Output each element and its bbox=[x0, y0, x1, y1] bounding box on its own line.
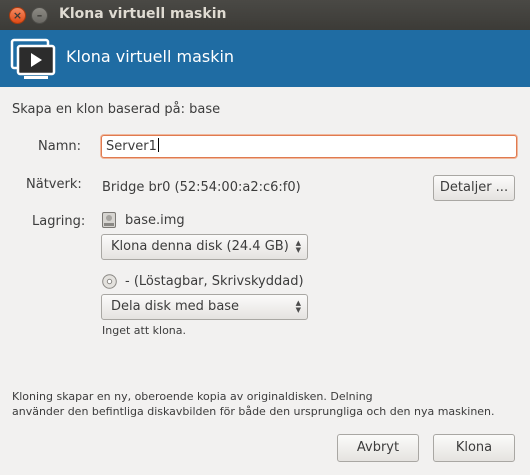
storage-label: Lagring: bbox=[32, 214, 86, 229]
window-title: Klona virtuell maskin bbox=[59, 6, 227, 22]
clone-button-label: Klona bbox=[455, 440, 493, 455]
cdrom-icon bbox=[102, 274, 117, 289]
title-bar[interactable]: × – Klona virtuell maskin bbox=[0, 0, 530, 30]
text-cursor bbox=[157, 138, 159, 152]
disk-2-name: - (Löstagbar, Skrivskyddad) bbox=[125, 274, 304, 289]
banner-title: Klona virtuell maskin bbox=[66, 47, 235, 66]
network-details-button-label: Detaljer ... bbox=[439, 180, 509, 195]
cancel-button-label: Avbryt bbox=[356, 440, 400, 455]
cancel-button[interactable]: Avbryt bbox=[337, 434, 419, 462]
disk-1-clone-action-select[interactable]: Klona denna disk (24.4 GB) ▲ ▼ bbox=[101, 234, 308, 260]
disk-1-clone-action-value: Klona denna disk (24.4 GB) bbox=[111, 239, 289, 254]
disk-2-clone-action-select[interactable]: Dela disk med base ▲ ▼ bbox=[101, 294, 308, 320]
name-label: Namn: bbox=[38, 139, 81, 154]
clone-source-subtitle: Skapa en klon baserad på: base bbox=[12, 102, 221, 117]
close-icon: × bbox=[12, 8, 23, 22]
clone-info-line-2: använder den befintliga diskavbilden för… bbox=[12, 405, 495, 418]
network-value: Bridge br0 (52:54:00:a2:c6:f0) bbox=[102, 180, 301, 195]
network-label: Nätverk: bbox=[26, 177, 82, 192]
clone-vm-dialog: × – Klona virtuell maskin Klona virtuell… bbox=[0, 0, 530, 475]
disk-2-clone-action-value: Dela disk med base bbox=[111, 299, 240, 314]
disk-1-name: base.img bbox=[125, 213, 185, 228]
updown-arrows-icon: ▲ ▼ bbox=[295, 299, 301, 314]
name-input[interactable]: Server1 bbox=[101, 135, 517, 158]
close-window-button[interactable]: × bbox=[9, 7, 26, 24]
harddisk-icon bbox=[102, 212, 116, 228]
network-details-button[interactable]: Detaljer ... bbox=[433, 175, 515, 201]
minimize-window-button[interactable]: – bbox=[31, 7, 48, 24]
vm-monitor-icon bbox=[10, 38, 56, 79]
header-banner: Klona virtuell maskin bbox=[0, 30, 530, 87]
clone-button[interactable]: Klona bbox=[433, 434, 515, 462]
name-input-value: Server1 bbox=[106, 139, 157, 154]
clone-info-line-1: Kloning skapar en ny, oberoende kopia av… bbox=[12, 390, 373, 403]
disk-2-note: Inget att klona. bbox=[102, 324, 187, 337]
minimize-icon: – bbox=[36, 8, 43, 22]
updown-arrows-icon: ▲ ▼ bbox=[295, 239, 301, 254]
